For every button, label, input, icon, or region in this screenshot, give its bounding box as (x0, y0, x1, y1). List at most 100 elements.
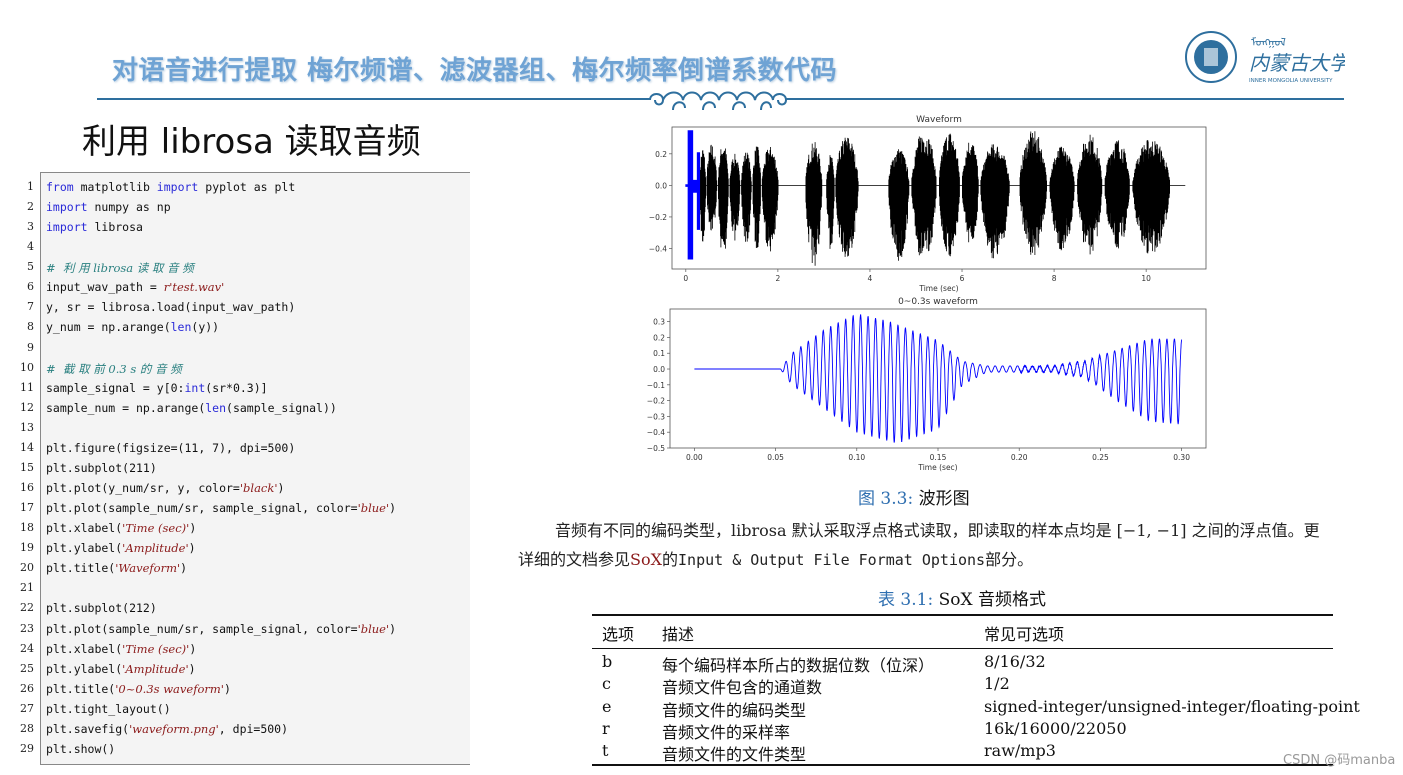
x-tick-label: 0.15 (930, 453, 947, 462)
code-string: 'waveform.png' (129, 721, 219, 736)
code-line: plt.xlabel('Time (sec)') (46, 521, 196, 535)
code-line: y_num = np.arange(len(y)) (46, 320, 219, 334)
university-logo: ᠮᠣᠩᠭᠣᠯ 内蒙古大学 INNER MONGOLIA UNIVERSITY (1185, 31, 1345, 84)
x-tick-label: 6 (960, 274, 965, 283)
svg-text:内蒙古大学: 内蒙古大学 (1249, 51, 1345, 75)
code-keyword: len (170, 320, 192, 335)
line-number: 19 (20, 541, 34, 555)
svg-text:ᠮᠣᠩᠭᠣᠯ: ᠮᠣᠩᠭᠣᠯ (1251, 36, 1286, 49)
line-number: 9 (27, 340, 34, 354)
x-axis-label: Time (sec) (917, 463, 957, 472)
line-number: 27 (20, 701, 34, 715)
code-comment: # 截 取 前 0.3 s 的 音 频 (46, 361, 182, 376)
x-tick-label: 0.05 (767, 453, 784, 462)
table-header-option: 选项 (602, 625, 635, 644)
x-tick-label: 4 (868, 274, 873, 283)
table-cell: 1/2 (984, 674, 1010, 694)
code-line: plt.tight_layout() (46, 702, 171, 716)
line-number: 1 (27, 180, 34, 193)
table-cell: c (602, 674, 611, 694)
line-number: 4 (27, 240, 34, 254)
paragraph-text: 部分。 (985, 550, 1034, 569)
code-keyword: from (46, 180, 74, 194)
code-line: import numpy as np (46, 200, 171, 214)
code-string: 'Time (sec)' (122, 521, 190, 536)
figure-caption: 图 3.3: 波形图 (858, 484, 970, 509)
code-line: plt.subplot(212) (46, 601, 157, 615)
paragraph-line-1: 音频有不同的编码类型，librosa 默认采取浮点格式读取，即读取的样本点均是 … (555, 521, 1320, 540)
code-text: ) (180, 561, 188, 576)
code-text: y_num = np.arange( (46, 320, 171, 335)
code-text: y, sr = librosa.load(input_wav_path) (46, 300, 296, 315)
code-text: plt.ylabel( (46, 661, 123, 676)
waveform-chart: WaveformTime (sec)0 2 4 6 8 100.20.0−0.2−0.4 (649, 115, 1207, 293)
code-string: '0~0.3s waveform' (115, 681, 224, 696)
line-number: 13 (20, 420, 34, 434)
x-tick-label: 0 (683, 274, 688, 283)
code-text: plt.subplot(212) (46, 601, 157, 616)
code-text: (y)) (191, 320, 220, 335)
figure-caption-label: 图 3.3: (858, 489, 914, 509)
code-text: plt.show() (46, 741, 116, 756)
code-text: (sample_signal)) (226, 400, 337, 415)
code-text: plt.subplot(211) (46, 460, 157, 475)
y-tick-label: 0.0 (655, 181, 667, 190)
y-tick-label: −0.4 (649, 244, 667, 253)
table-header-description: 描述 (662, 625, 695, 644)
code-text: plt.plot(sample_num/sr, sample_signal, c… (46, 501, 358, 516)
sox-link[interactable]: SoX (630, 550, 662, 569)
code-line: plt.show() (46, 742, 115, 756)
code-line: plt.ylabel('Amplitude') (46, 662, 196, 676)
code-line: y, sr = librosa.load(input_wav_path) (46, 300, 295, 314)
table-top-rule (592, 614, 1333, 616)
code-string: 'Amplitude' (122, 661, 189, 676)
y-tick-label: −0.5 (647, 444, 665, 453)
code-line: plt.title('0~0.3s waveform') (46, 682, 231, 696)
x-tick-label: 2 (775, 274, 780, 283)
line-number: 22 (20, 601, 34, 615)
line-number: 17 (20, 501, 34, 515)
figure-caption-text: 波形图 (913, 489, 970, 509)
line-number: 21 (20, 581, 34, 595)
x-tick-label: 0.20 (1011, 453, 1028, 462)
code-line: plt.title('Waveform') (46, 561, 187, 575)
x-tick-label: 0.00 (686, 453, 703, 462)
x-tick-label: 8 (1052, 274, 1057, 283)
table-header-rule (592, 648, 1333, 649)
code-keyword: len (205, 400, 227, 415)
ornament-icon (645, 88, 800, 112)
code-line: plt.figure(figsize=(11, 7), dpi=500) (46, 441, 295, 455)
code-line: # 截 取 前 0.3 s 的 音 频 (46, 361, 182, 377)
line-number: 20 (20, 561, 34, 575)
x-tick-label: 0.30 (1173, 453, 1190, 462)
code-text: , dpi=500) (218, 721, 289, 736)
code-keyword: import (46, 220, 88, 235)
table-caption: 表 3.1: SoX 音频格式 (878, 585, 1046, 610)
line-number: 29 (20, 741, 34, 755)
code-text: plt.xlabel( (46, 641, 123, 656)
code-line: # 利 用 librosa 读 取 音 频 (46, 260, 194, 276)
table-cell: 音频文件包含的通道数 (662, 678, 823, 698)
code-text: ) (189, 641, 197, 656)
watermark: CSDN @码manba (1283, 753, 1396, 768)
table-caption-text: SoX 音频格式 (933, 590, 1046, 610)
y-tick-label: −0.4 (647, 428, 665, 437)
y-tick-label: 0.3 (653, 318, 665, 327)
code-line: import librosa (46, 220, 143, 234)
line-number: 8 (27, 320, 34, 334)
code-string: 'blue' (357, 501, 390, 516)
code-text: sample_num = np.arange( (46, 400, 206, 415)
line-number: 18 (20, 521, 34, 535)
code-line: plt.xlabel('Time (sec)') (46, 642, 196, 656)
code-text: plt.title( (46, 561, 116, 576)
table-cell: 16k/16000/22050 (984, 718, 1127, 738)
y-tick-label: −0.2 (647, 397, 665, 406)
y-tick-label: −0.2 (649, 213, 667, 222)
code-line: plt.plot(sample_num/sr, sample_signal, c… (46, 622, 396, 636)
code-text: (sr*0.3)] (205, 380, 268, 395)
code-text: ) (389, 501, 397, 516)
chart-title: Waveform (916, 115, 962, 125)
line-number: 28 (20, 721, 34, 735)
line-number: 3 (27, 220, 34, 234)
code-line: plt.savefig('waveform.png', dpi=500) (46, 722, 288, 736)
